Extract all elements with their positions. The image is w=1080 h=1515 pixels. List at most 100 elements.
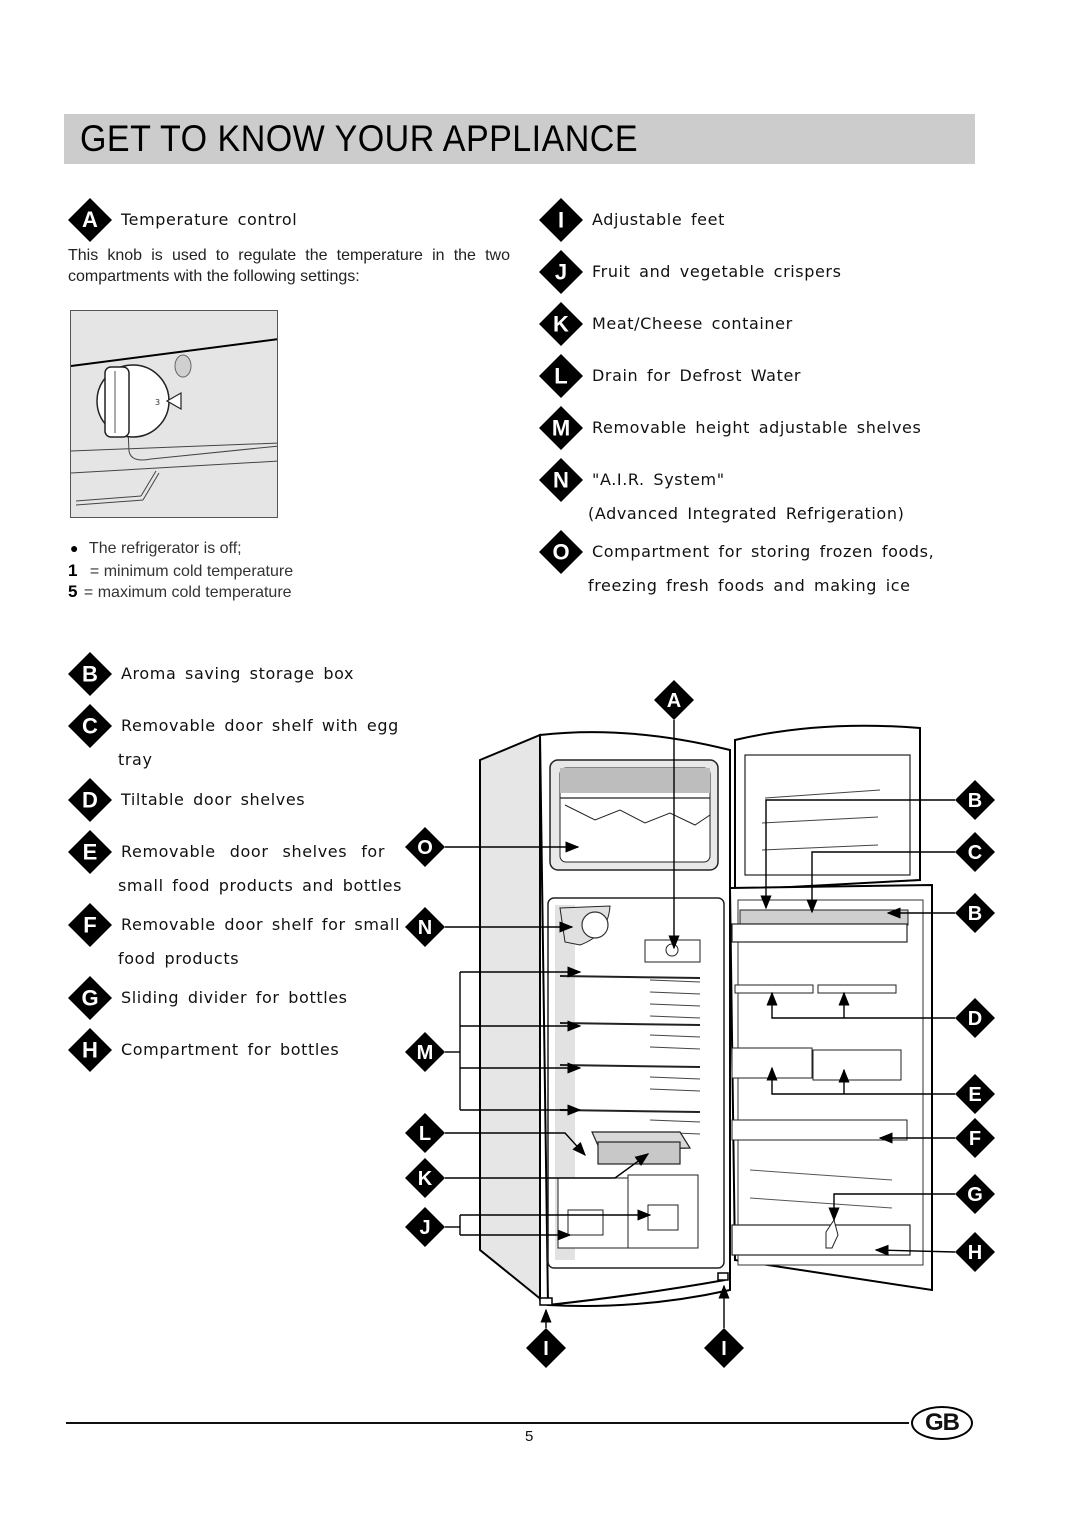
item-label-l: Drain for Defrost Water (592, 366, 802, 385)
setting-off: ● The refrigerator is off; (70, 540, 242, 558)
item-label-k: Meat/Cheese container (592, 314, 793, 333)
setting-text: = minimum cold temperature (89, 563, 294, 580)
svg-text:E: E (968, 1084, 981, 1106)
svg-text:I: I (721, 1338, 727, 1360)
svg-text:O: O (417, 837, 433, 859)
item-label-g: Sliding divider for bottles (121, 988, 348, 1007)
item-label-b: Aroma saving storage box (121, 664, 355, 683)
badge-f-icon: F (66, 901, 114, 949)
item-label-o: Compartment for storing frozen foods, (592, 542, 935, 561)
svg-text:J: J (419, 1217, 430, 1239)
knob-marker-text: 3 (155, 398, 160, 407)
item-label-e-line2: small food products and bottles (118, 876, 403, 895)
setting-min: 1 = minimum cold temperature (68, 561, 293, 581)
item-label-i: Adjustable feet (592, 210, 725, 229)
item-label-j: Fruit and vegetable crispers (592, 262, 842, 281)
page-number: 5 (525, 1428, 534, 1445)
svg-text:C: C (968, 842, 982, 864)
svg-text:B: B (968, 903, 982, 925)
badge-c-icon: C (66, 702, 114, 750)
callout-b-bottom-icon: B (955, 893, 995, 933)
badge-j-icon: J (537, 248, 585, 296)
badge-h-icon: H (66, 1026, 114, 1074)
callout-j-icon: J (405, 1207, 445, 1247)
item-label-h: Compartment for bottles (121, 1040, 340, 1059)
language-badge: GB (911, 1406, 973, 1440)
callout-n-icon: N (405, 907, 445, 947)
description-line-2: compartments with the following settings… (68, 268, 360, 285)
setting-text: The refrigerator is off; (88, 540, 242, 557)
badge-e-icon: E (66, 828, 114, 876)
svg-text:H: H (968, 1242, 982, 1264)
fridge-body (479, 724, 933, 1307)
svg-text:N: N (553, 468, 569, 493)
callout-g-icon: G (955, 1174, 995, 1214)
badge-o-icon: O (537, 528, 585, 576)
section-a-description: This knob is used to regulate the temper… (68, 245, 510, 287)
callout-m-icon: M (405, 1032, 445, 1072)
description-line-1: This knob is used to regulate the temper… (68, 247, 510, 264)
callout-h-icon: H (955, 1232, 995, 1272)
callout-o-icon: O (405, 827, 445, 867)
section-a-label: Temperature control (121, 210, 298, 229)
svg-text:K: K (418, 1168, 433, 1190)
callout-e-icon: E (955, 1074, 995, 1114)
svg-text:M: M (417, 1042, 434, 1064)
badge-k-icon: K (537, 300, 585, 348)
callout-i-right-icon: I (704, 1328, 744, 1368)
fridge-diagram: A O N M L K J B C B D EF G H I I (400, 680, 1000, 1380)
svg-text:I: I (543, 1338, 549, 1360)
item-label-d: Tiltable door shelves (121, 790, 306, 809)
badge-n-icon: N (537, 456, 585, 504)
svg-text:D: D (968, 1008, 982, 1030)
item-label-e: Removable door shelves for (121, 842, 385, 861)
item-label-m: Removable height adjustable shelves (592, 418, 922, 437)
callout-c-icon: C (955, 832, 995, 872)
setting-text: = maximum cold temperature (83, 584, 292, 601)
svg-text:M: M (552, 416, 570, 441)
svg-text:E: E (83, 840, 98, 865)
page-title: GET TO KNOW YOUR APPLIANCE (80, 118, 639, 159)
badge-letter: A (82, 207, 98, 232)
svg-text:G: G (967, 1184, 983, 1206)
item-label-c-line2: tray (118, 750, 153, 769)
setting-key: ● (70, 540, 79, 556)
svg-text:H: H (82, 1038, 98, 1063)
item-label-f-line2: food products (118, 949, 240, 968)
item-label-c: Removable door shelf with egg (121, 716, 399, 735)
item-label-n-line2: (Advanced Integrated Refrigeration) (588, 504, 905, 523)
callout-l-icon: L (405, 1113, 445, 1153)
footer-rule (66, 1422, 909, 1424)
svg-text:O: O (552, 540, 569, 565)
svg-text:D: D (82, 788, 98, 813)
callout-k-icon: K (405, 1158, 445, 1198)
svg-text:B: B (968, 790, 982, 812)
badge-l-icon: L (537, 352, 585, 400)
callout-d-icon: D (955, 998, 995, 1038)
svg-text:I: I (558, 208, 564, 233)
callout-b-top-icon: B (955, 780, 995, 820)
svg-text:N: N (418, 917, 432, 939)
badge-d-icon: D (66, 776, 114, 824)
svg-text:C: C (82, 714, 98, 739)
badge-a-icon: A (66, 196, 114, 244)
callout-i-left-icon: I (526, 1328, 566, 1368)
callout-a-icon: A (654, 680, 694, 720)
svg-text:G: G (81, 986, 98, 1011)
temperature-knob-illustration: 3 (70, 310, 278, 518)
setting-max: 5 = maximum cold temperature (68, 582, 292, 602)
setting-key: 1 (68, 561, 78, 580)
svg-text:A: A (667, 690, 681, 712)
item-label-o-line2: freezing fresh foods and making ice (588, 576, 911, 595)
item-label-f: Removable door shelf for small (121, 915, 401, 934)
svg-text:B: B (82, 662, 98, 687)
item-label-n: "A.I.R. System" (592, 470, 725, 489)
title-bar: GET TO KNOW YOUR APPLIANCE (64, 114, 975, 164)
svg-text:J: J (555, 260, 567, 285)
svg-text:F: F (83, 913, 96, 938)
badge-i-icon: I (537, 196, 585, 244)
badge-b-icon: B (66, 650, 114, 698)
badge-g-icon: G (66, 974, 114, 1022)
svg-text:L: L (554, 364, 567, 389)
svg-text:L: L (419, 1123, 431, 1145)
